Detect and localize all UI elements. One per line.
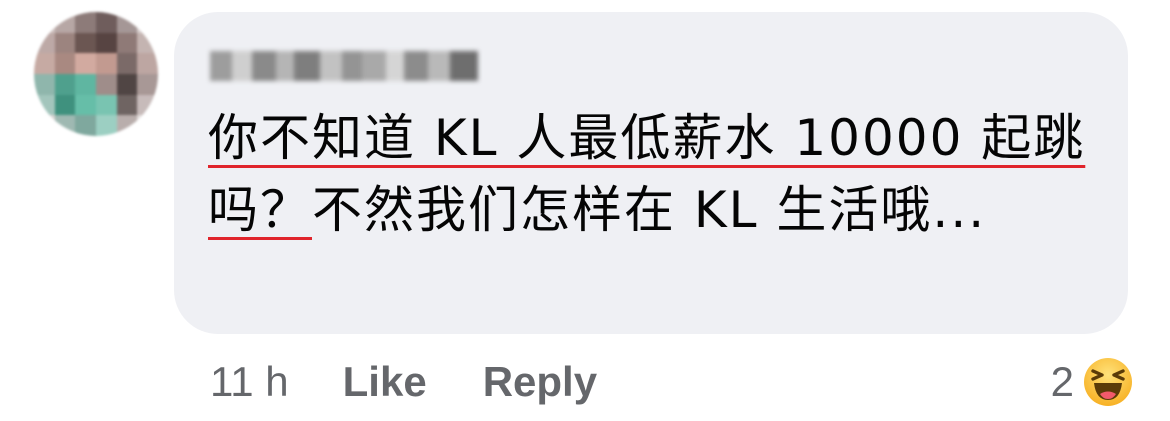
comment-actions: 11 h Like Reply [210, 352, 653, 412]
commenter-name-redacted[interactable] [210, 44, 478, 88]
reaction-summary[interactable]: 2 [1051, 352, 1134, 412]
reaction-count: 2 [1050, 358, 1074, 405]
avatar[interactable] [34, 12, 158, 136]
reply-button[interactable]: Reply [483, 358, 597, 406]
haha-emoji-icon [1084, 358, 1132, 406]
comment-bubble: 你不知道 KL 人最低薪水 10000 起跳吗？不然我们怎样在 KL 生活哦..… [174, 12, 1128, 334]
comment-text-rest: 不然我们怎样在 KL 生活哦... [312, 181, 987, 239]
like-button[interactable]: Like [343, 358, 427, 406]
comment-text: 你不知道 KL 人最低薪水 10000 起跳吗？不然我们怎样在 KL 生活哦..… [208, 102, 1098, 246]
timestamp[interactable]: 11 h [210, 358, 289, 406]
